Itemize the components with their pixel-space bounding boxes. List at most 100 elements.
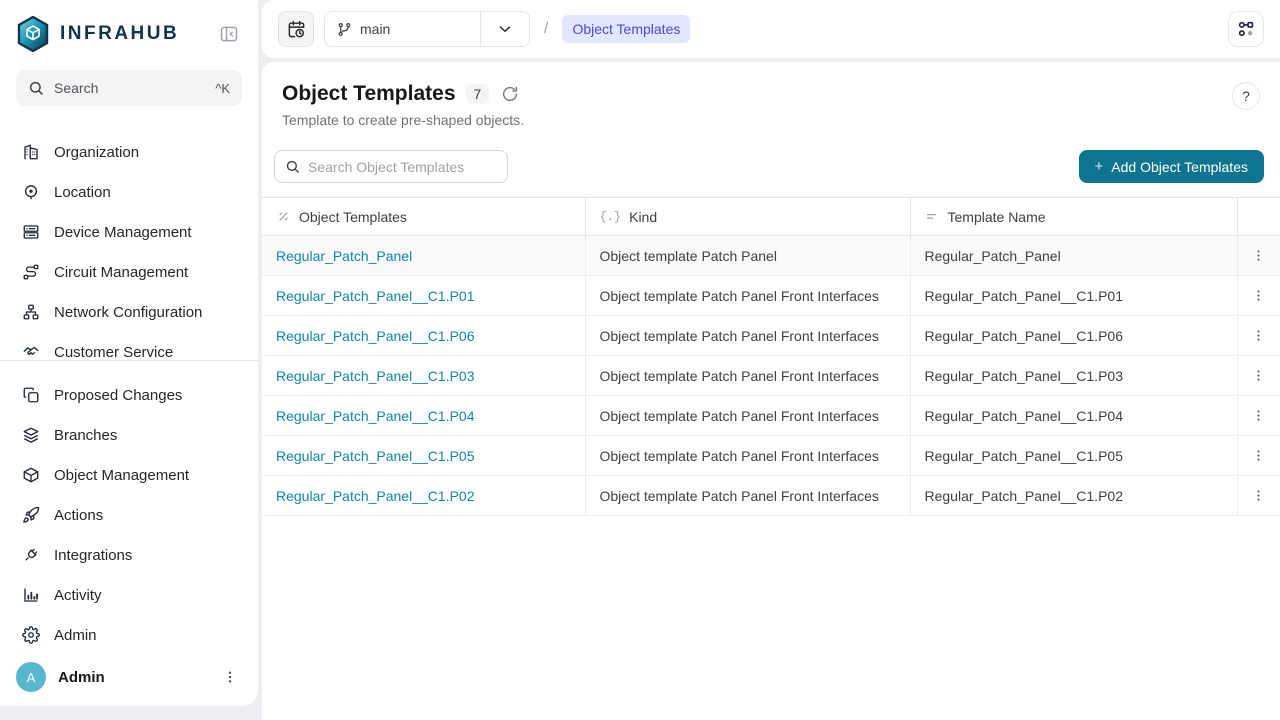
object-template-link[interactable]: Regular_Patch_Panel__C1.P03 — [276, 368, 474, 384]
sidebar-item-activity[interactable]: Activity — [16, 575, 242, 615]
object-template-link[interactable]: Regular_Patch_Panel — [276, 248, 412, 264]
table-row: Regular_Patch_Panel__C1.P03Object templa… — [262, 356, 1280, 396]
sidebar-nav-system: Proposed Changes Branches Object Managem… — [16, 375, 242, 655]
row-actions-button[interactable] — [1245, 322, 1272, 349]
sidebar-item-admin[interactable]: Admin — [16, 615, 242, 655]
add-object-templates-button[interactable]: + Add Object Templates — [1079, 150, 1264, 183]
gear-icon — [22, 626, 40, 644]
kebab-icon — [1251, 328, 1266, 343]
route-icon — [22, 263, 40, 281]
object-template-link[interactable]: Regular_Patch_Panel__C1.P06 — [276, 328, 474, 344]
workflow-apps-button[interactable] — [1228, 11, 1264, 47]
sidebar-item-circuit-management[interactable]: Circuit Management — [16, 252, 242, 292]
column-header-actions — [1237, 198, 1280, 236]
sidebar-nav-objects: Organization Location Device Management … — [16, 132, 242, 360]
handshake-icon — [22, 343, 40, 360]
search-icon — [28, 80, 44, 96]
object-search[interactable] — [274, 150, 508, 183]
template-name-cell: Regular_Patch_Panel — [910, 236, 1237, 276]
object-search-input[interactable] — [308, 159, 497, 175]
column-header-template-name[interactable]: Template Name — [910, 198, 1237, 236]
layers-icon — [22, 426, 40, 444]
table-row: Regular_Patch_Panel__C1.P01Object templa… — [262, 276, 1280, 316]
sidebar-item-object-management[interactable]: Object Management — [16, 455, 242, 495]
git-branch-icon — [337, 22, 352, 37]
copy-icon — [22, 386, 40, 404]
chevron-down-icon — [496, 20, 514, 38]
sidebar-item-proposed-changes[interactable]: Proposed Changes — [16, 375, 242, 415]
location-target-icon — [22, 183, 40, 201]
sidebar-item-device-management[interactable]: Device Management — [16, 212, 242, 252]
kebab-icon — [1251, 288, 1266, 303]
collapse-sidebar-button[interactable] — [216, 21, 242, 47]
column-header-kind[interactable]: {.} Kind — [585, 198, 910, 236]
main-area: main / Object Templates — [262, 0, 1280, 720]
table-header-row: Object Templates {.} Kind — [262, 198, 1280, 236]
column-header-object-templates[interactable]: Object Templates — [262, 198, 585, 236]
sidebar-item-label: Circuit Management — [54, 264, 188, 281]
braces-icon: {.} — [600, 210, 622, 224]
time-travel-button[interactable] — [278, 11, 314, 47]
row-actions-button[interactable] — [1245, 242, 1272, 269]
sidebar-item-label: Branches — [54, 427, 117, 444]
brand-header: INFRAHUB — [16, 14, 242, 54]
sidebar-item-label: Device Management — [54, 224, 192, 241]
sidebar-item-label: Network Configuration — [54, 304, 202, 321]
text-lines-icon — [925, 209, 940, 224]
row-actions-button[interactable] — [1245, 442, 1272, 469]
sidebar-item-label: Organization — [54, 144, 139, 161]
count-badge: 7 — [466, 84, 490, 104]
sidebar-item-actions[interactable]: Actions — [16, 495, 242, 535]
sidebar-item-location[interactable]: Location — [16, 172, 242, 212]
add-button-label: Add Object Templates — [1111, 159, 1248, 175]
sidebar-item-branches[interactable]: Branches — [16, 415, 242, 455]
sidebar-item-label: Customer Service — [54, 344, 173, 361]
table-row: Regular_Patch_Panel__C1.P02Object templa… — [262, 476, 1280, 516]
object-template-link[interactable]: Regular_Patch_Panel__C1.P04 — [276, 408, 474, 424]
refresh-button[interactable] — [499, 83, 521, 105]
cube-icon — [22, 466, 40, 484]
topbar: main / Object Templates — [262, 0, 1280, 58]
branch-selector[interactable]: main — [324, 11, 530, 47]
sidebar-item-label: Proposed Changes — [54, 387, 182, 404]
search-icon — [285, 159, 300, 174]
breadcrumb-current[interactable]: Object Templates — [562, 15, 690, 43]
help-button[interactable]: ? — [1232, 82, 1260, 110]
sidebar-item-label: Integrations — [54, 547, 132, 564]
sidebar-item-integrations[interactable]: Integrations — [16, 535, 242, 575]
template-name-cell: Regular_Patch_Panel__C1.P03 — [910, 356, 1237, 396]
avatar: A — [16, 662, 46, 692]
sidebar-divider — [0, 360, 258, 361]
kind-cell: Object template Patch Panel Front Interf… — [585, 276, 910, 316]
table-row: Regular_Patch_Panel__C1.P04Object templa… — [262, 396, 1280, 436]
object-templates-table: Object Templates {.} Kind — [262, 197, 1280, 516]
object-template-link[interactable]: Regular_Patch_Panel__C1.P01 — [276, 288, 474, 304]
object-template-link[interactable]: Regular_Patch_Panel__C1.P02 — [276, 488, 474, 504]
hierarchy-icon — [22, 303, 40, 321]
branch-name: main — [360, 21, 390, 37]
row-actions-button[interactable] — [1245, 282, 1272, 309]
kebab-icon — [1251, 488, 1266, 503]
infrahub-logo-icon — [16, 16, 50, 52]
sidebar-item-organization[interactable]: Organization — [16, 132, 242, 172]
branch-selector-value[interactable]: main — [325, 12, 481, 46]
plug-icon — [22, 546, 40, 564]
kind-cell: Object template Patch Panel — [585, 236, 910, 276]
sidebar-item-customer-service[interactable]: Customer Service — [16, 332, 242, 360]
row-actions-button[interactable] — [1245, 362, 1272, 389]
sidebar-item-network-configuration[interactable]: Network Configuration — [16, 292, 242, 332]
template-name-cell: Regular_Patch_Panel__C1.P01 — [910, 276, 1237, 316]
branch-selector-toggle[interactable] — [481, 12, 529, 46]
breadcrumb-separator: / — [544, 20, 548, 38]
kind-cell: Object template Patch Panel Front Interf… — [585, 356, 910, 396]
row-actions-button[interactable] — [1245, 482, 1272, 509]
sidebar-search[interactable]: Search ^K — [16, 70, 242, 106]
plus-icon: + — [1095, 158, 1104, 175]
bar-chart-icon — [22, 586, 40, 604]
rocket-icon — [22, 506, 40, 524]
template-name-cell: Regular_Patch_Panel__C1.P04 — [910, 396, 1237, 436]
user-menu-button[interactable] — [218, 665, 242, 689]
object-template-link[interactable]: Regular_Patch_Panel__C1.P05 — [276, 448, 474, 464]
kebab-icon — [1251, 408, 1266, 423]
row-actions-button[interactable] — [1245, 402, 1272, 429]
